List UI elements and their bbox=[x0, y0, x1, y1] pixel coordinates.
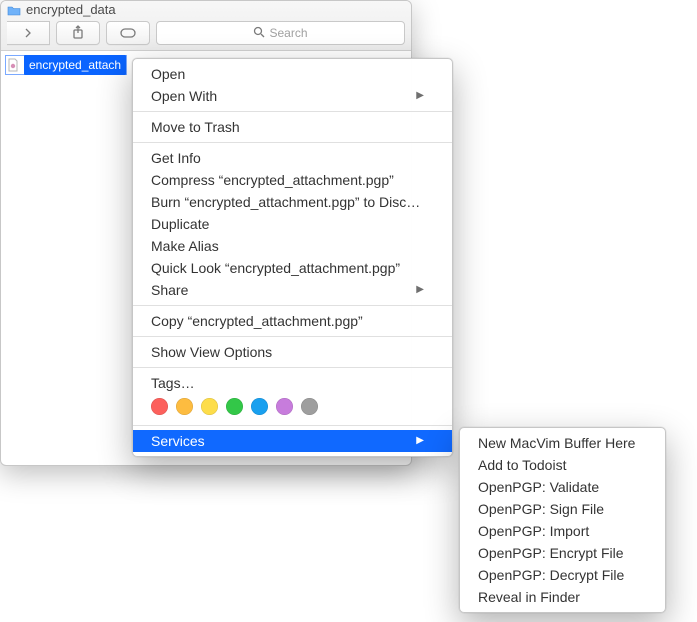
services-item[interactable]: OpenPGP: Import bbox=[460, 520, 665, 542]
menu-make-alias[interactable]: Make Alias bbox=[133, 235, 452, 257]
menu-quick-look[interactable]: Quick Look “encrypted_attachment.pgp” bbox=[133, 257, 452, 279]
services-item[interactable]: Reveal in Finder bbox=[460, 586, 665, 608]
tag-color-dot[interactable] bbox=[201, 398, 218, 415]
menu-move-to-trash[interactable]: Move to Trash bbox=[133, 116, 452, 138]
tag-color-row bbox=[133, 394, 452, 421]
services-item[interactable]: OpenPGP: Validate bbox=[460, 476, 665, 498]
menu-services[interactable]: Services▶ bbox=[133, 430, 452, 452]
menu-separator bbox=[133, 336, 452, 337]
menu-copy[interactable]: Copy “encrypted_attachment.pgp” bbox=[133, 310, 452, 332]
services-submenu: New MacVim Buffer HereAdd to TodoistOpen… bbox=[459, 427, 666, 613]
share-icon bbox=[72, 25, 84, 42]
search-icon bbox=[253, 26, 265, 41]
menu-separator bbox=[133, 142, 452, 143]
submenu-arrow-icon: ▶ bbox=[416, 432, 424, 450]
menu-open-with[interactable]: Open With▶ bbox=[133, 85, 452, 107]
menu-burn[interactable]: Burn “encrypted_attachment.pgp” to Disc… bbox=[133, 191, 452, 213]
back-button[interactable] bbox=[7, 21, 50, 45]
menu-get-info[interactable]: Get Info bbox=[133, 147, 452, 169]
menu-tags[interactable]: Tags… bbox=[133, 372, 452, 394]
menu-share[interactable]: Share▶ bbox=[133, 279, 452, 301]
menu-separator bbox=[133, 425, 452, 426]
tags-toolbar-button[interactable] bbox=[106, 21, 150, 45]
tag-icon bbox=[120, 26, 136, 41]
search-placeholder: Search bbox=[269, 26, 307, 40]
services-item[interactable]: OpenPGP: Decrypt File bbox=[460, 564, 665, 586]
file-item[interactable]: encrypted_attach bbox=[5, 55, 127, 75]
tag-color-dot[interactable] bbox=[276, 398, 293, 415]
services-item[interactable]: New MacVim Buffer Here bbox=[460, 432, 665, 454]
submenu-arrow-icon: ▶ bbox=[416, 281, 424, 299]
menu-duplicate[interactable]: Duplicate bbox=[133, 213, 452, 235]
menu-compress[interactable]: Compress “encrypted_attachment.pgp” bbox=[133, 169, 452, 191]
tag-color-dot[interactable] bbox=[226, 398, 243, 415]
menu-open[interactable]: Open bbox=[133, 63, 452, 85]
window-title: encrypted_data bbox=[7, 2, 116, 17]
menu-separator bbox=[133, 367, 452, 368]
titlebar: encrypted_data bbox=[1, 1, 411, 51]
tag-color-dot[interactable] bbox=[251, 398, 268, 415]
context-menu: Open Open With▶ Move to Trash Get Info C… bbox=[132, 58, 453, 457]
share-toolbar-button[interactable] bbox=[56, 21, 100, 45]
window-title-text: encrypted_data bbox=[26, 2, 116, 17]
document-icon bbox=[6, 58, 20, 72]
menu-separator bbox=[133, 111, 452, 112]
chevron-right-icon bbox=[24, 26, 32, 41]
services-item[interactable]: Add to Todoist bbox=[460, 454, 665, 476]
nav-buttons bbox=[7, 21, 50, 45]
services-item[interactable]: OpenPGP: Sign File bbox=[460, 498, 665, 520]
folder-icon bbox=[7, 4, 21, 16]
tag-color-dot[interactable] bbox=[176, 398, 193, 415]
submenu-arrow-icon: ▶ bbox=[416, 87, 424, 105]
file-name-label: encrypted_attach bbox=[24, 55, 126, 75]
menu-separator bbox=[133, 305, 452, 306]
services-item[interactable]: OpenPGP: Encrypt File bbox=[460, 542, 665, 564]
tag-color-dot[interactable] bbox=[301, 398, 318, 415]
tag-color-dot[interactable] bbox=[151, 398, 168, 415]
menu-show-view-options[interactable]: Show View Options bbox=[133, 341, 452, 363]
search-field[interactable]: Search bbox=[156, 21, 405, 45]
